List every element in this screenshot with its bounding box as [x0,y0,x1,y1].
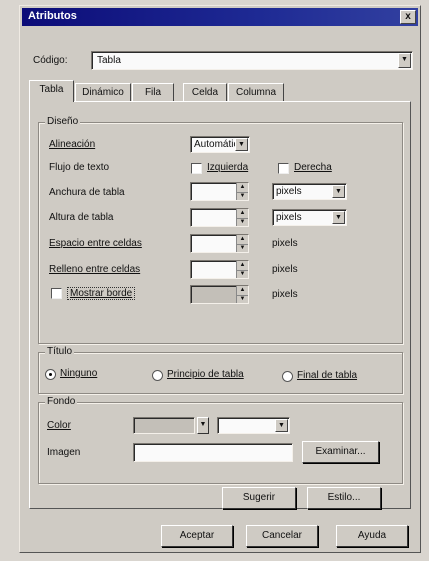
tab-celda[interactable]: Celda [183,83,227,101]
titulo-title: Título [45,346,75,357]
relleno-label: Relleno entre celdas [49,264,141,275]
flujo-label: Flujo de texto [49,162,110,173]
mostrar-borde-spinner[interactable]: ▲ ▼ [236,286,248,303]
altura-unit-select[interactable]: pixels ▼ [272,209,347,226]
estilo-button[interactable]: Estilo... [307,487,381,509]
derecha-label: Derecha [294,162,332,173]
espacio-input[interactable]: ▲ ▼ [190,234,249,253]
examinar-button[interactable]: Examinar... [302,441,379,463]
izquierda-checkbox[interactable] [191,163,202,174]
ninguno-radio[interactable] [45,369,56,380]
codigo-label: Código: [33,55,68,66]
codigo-select[interactable]: Tabla ▼ [91,51,413,70]
color-dropdown-button[interactable]: ▼ [197,417,209,434]
cancelar-button[interactable]: Cancelar [246,525,318,547]
tab-panel: Diseño Alineación Automátic ▼ Flujo de t… [29,101,411,509]
chevron-down-icon[interactable]: ▼ [275,419,288,432]
altura-input[interactable]: ▲ ▼ [190,208,249,227]
ayuda-button[interactable]: Ayuda [336,525,408,547]
relleno-unit: pixels [272,264,298,275]
final-label: Final de tabla [297,370,358,381]
alineacion-label: Alineación [49,139,96,150]
tab-fila[interactable]: Fila [132,83,174,101]
final-radio[interactable] [282,371,293,382]
anchura-label: Anchura de tabla [49,187,125,198]
color-label: Color [47,420,71,431]
tab-columna[interactable]: Columna [228,83,284,101]
relleno-input[interactable]: ▲ ▼ [190,260,249,279]
anchura-input[interactable]: ▲ ▼ [190,182,249,201]
fondo-group: Fondo Color ▼ ▼ Imagen Examinar... [38,396,403,484]
principio-label: Principio de tabla [167,369,244,380]
color-swatch[interactable] [133,417,195,434]
diseno-title: Diseño [45,116,81,127]
alineacion-select[interactable]: Automátic ▼ [190,136,250,153]
codigo-value: Tabla [97,55,121,66]
mostrar-borde-checkbox[interactable] [51,288,62,299]
mostrar-borde-unit: pixels [272,289,298,300]
derecha-checkbox[interactable] [278,163,289,174]
titulo-group: Título Ninguno Principio de tabla Final … [38,346,403,394]
anchura-unit-select[interactable]: pixels ▼ [272,183,347,200]
sugerir-button[interactable]: Sugerir [222,487,296,509]
color-select[interactable]: ▼ [217,417,290,434]
espacio-label: Espacio entre celdas [49,238,142,249]
chevron-down-icon[interactable]: ▼ [332,185,345,198]
imagen-label: Imagen [47,447,81,458]
relleno-spinner[interactable]: ▲ ▼ [236,261,248,278]
espacio-spinner[interactable]: ▲ ▼ [236,235,248,252]
principio-radio[interactable] [152,370,163,381]
altura-spinner[interactable]: ▲ ▼ [236,209,248,226]
window-title: Atributos [28,10,77,22]
aceptar-button[interactable]: Aceptar [161,525,233,547]
imagen-input[interactable] [133,443,293,462]
title-bar[interactable]: Atributos x [22,8,418,26]
close-button[interactable]: x [400,10,416,24]
altura-unit-value: pixels [276,212,302,223]
altura-label: Altura de tabla [49,212,114,223]
chevron-down-icon[interactable]: ▼ [332,211,345,224]
alineacion-value: Automátic [194,139,239,150]
izquierda-label: Izquierda [207,162,249,173]
chevron-down-icon[interactable]: ▼ [398,53,411,68]
chevron-down-icon[interactable]: ▼ [235,138,248,151]
ninguno-label: Ninguno [60,368,98,379]
anchura-spinner[interactable]: ▲ ▼ [236,183,248,200]
tab-tabla[interactable]: Tabla [29,80,74,102]
espacio-unit: pixels [272,238,298,249]
mostrar-borde-label: Mostrar borde [67,287,136,300]
tab-dinamico[interactable]: Dinámico [75,83,131,101]
anchura-unit-value: pixels [276,186,302,197]
attributes-dialog: Atributos x Código: Tabla ▼ Tabla Dinámi… [19,5,421,553]
fondo-title: Fondo [45,396,78,407]
mostrar-borde-input[interactable]: ▲ ▼ [190,285,249,304]
diseno-group: Diseño Alineación Automátic ▼ Flujo de t… [38,116,403,344]
